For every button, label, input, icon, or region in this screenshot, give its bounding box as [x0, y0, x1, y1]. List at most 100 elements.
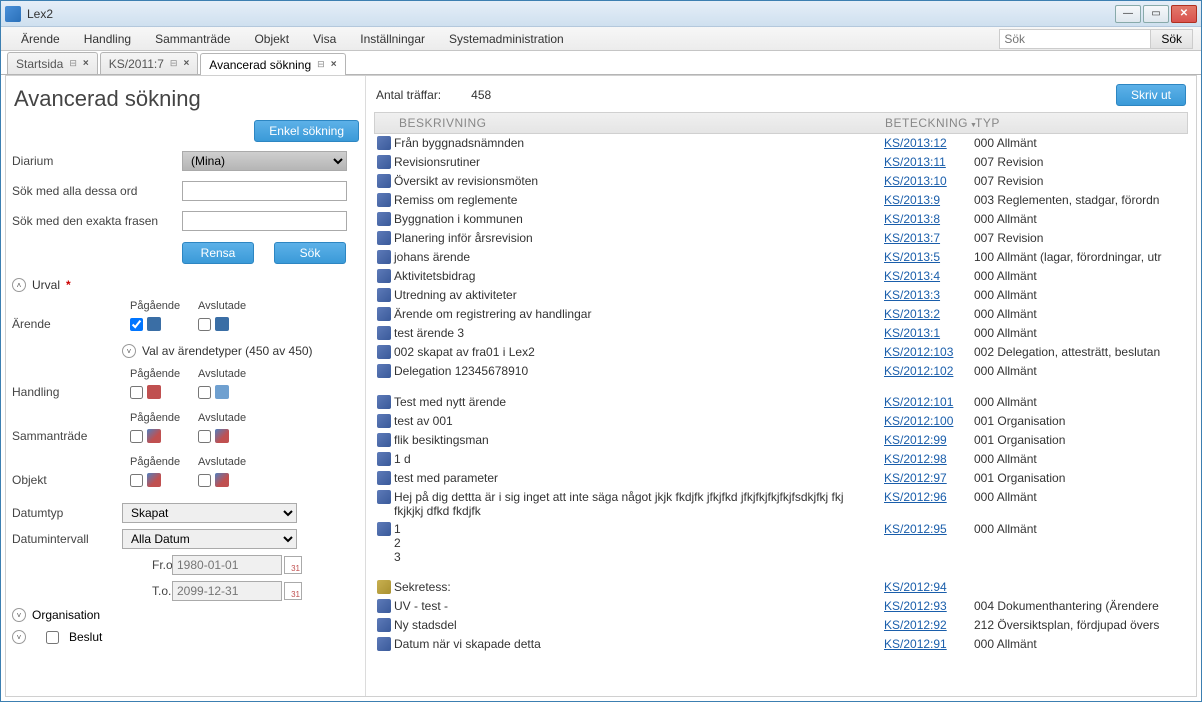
menu-systemadmin[interactable]: Systemadministration	[437, 28, 576, 50]
row-reference-link[interactable]: KS/2013:5	[884, 250, 940, 264]
clear-button[interactable]: Rensa	[182, 242, 254, 264]
table-row[interactable]: Delegation 12345678910KS/2012:102000 All…	[374, 362, 1188, 381]
handling-pagaende-checkbox[interactable]	[130, 386, 143, 399]
sammantrade-pagaende-checkbox[interactable]	[130, 430, 143, 443]
print-button[interactable]: Skriv ut	[1116, 84, 1186, 106]
datumtyp-select[interactable]: Skapat	[122, 503, 297, 523]
table-row[interactable]: Från byggnadsnämndenKS/2013:12000 Allmän…	[374, 134, 1188, 153]
section-organisation[interactable]: ˅ Organisation	[12, 604, 359, 626]
row-reference-link[interactable]: KS/2012:101	[884, 395, 953, 409]
row-reference-link[interactable]: KS/2012:100	[884, 414, 953, 428]
row-reference-link[interactable]: KS/2013:9	[884, 193, 940, 207]
maximize-button[interactable]: ▭	[1143, 5, 1169, 23]
close-button[interactable]: ✕	[1171, 5, 1197, 23]
col-ref[interactable]: Beteckning▼	[885, 116, 975, 130]
table-row[interactable]: Utredning av aktiviteterKS/2013:3000 All…	[374, 286, 1188, 305]
table-row[interactable]: Planering inför årsrevisionKS/2013:7007 …	[374, 229, 1188, 248]
row-reference-link[interactable]: KS/2012:96	[884, 490, 947, 504]
menu-arende[interactable]: Ärende	[9, 28, 72, 50]
table-row[interactable]: test med parameterKS/2012:97001 Organisa…	[374, 469, 1188, 488]
sammantrade-avslutade-checkbox[interactable]	[198, 430, 211, 443]
row-reference-link[interactable]: KS/2013:12	[884, 136, 947, 150]
table-row[interactable]: Test med nytt ärendeKS/2012:101000 Allmä…	[374, 393, 1188, 412]
row-reference-link[interactable]: KS/2013:3	[884, 288, 940, 302]
table-row[interactable]: Översikt av revisionsmötenKS/2013:10007 …	[374, 172, 1188, 191]
col-desc[interactable]: Beskrivning	[395, 116, 885, 130]
objekt-pagaende-checkbox[interactable]	[130, 474, 143, 487]
datumintervall-select[interactable]: Alla Datum	[122, 529, 297, 549]
row-reference-link[interactable]: KS/2013:11	[884, 155, 946, 169]
section-beslut[interactable]: ˅ Beslut	[12, 626, 359, 648]
chevron-down-icon[interactable]: ˅	[122, 344, 136, 358]
arende-avslutade-checkbox[interactable]	[198, 318, 211, 331]
handling-avslutade-checkbox[interactable]	[198, 386, 211, 399]
calendar-icon[interactable]	[284, 582, 302, 600]
tab-close-icon[interactable]: ×	[83, 58, 89, 69]
row-reference-link[interactable]: KS/2012:92	[884, 618, 947, 632]
chevron-up-icon[interactable]: ˄	[12, 278, 26, 292]
diarium-select[interactable]: (Mina)	[182, 151, 347, 171]
row-reference-link[interactable]: KS/2012:97	[884, 471, 947, 485]
menu-installningar[interactable]: Inställningar	[348, 28, 437, 50]
all-words-input[interactable]	[182, 181, 347, 201]
arende-pagaende-checkbox[interactable]	[130, 318, 143, 331]
menu-handling[interactable]: Handling	[72, 28, 143, 50]
exact-phrase-input[interactable]	[182, 211, 347, 231]
row-reference-link[interactable]: KS/2013:10	[884, 174, 947, 188]
table-row[interactable]: Byggnation i kommunenKS/2013:8000 Allmän…	[374, 210, 1188, 229]
table-row[interactable]: UV - test -KS/2012:93004 Dokumenthanteri…	[374, 597, 1188, 616]
row-reference-link[interactable]: KS/2013:7	[884, 231, 940, 245]
row-reference-link[interactable]: KS/2013:2	[884, 307, 940, 321]
tab-close-icon[interactable]: ×	[331, 59, 337, 70]
filter-scroll[interactable]: ˄ Urval * Pågående Avslutade Ärende ˅ Va…	[12, 274, 359, 696]
tab-close-icon[interactable]: ×	[183, 58, 189, 69]
table-row[interactable]: test ärende 3KS/2013:1000 Allmänt	[374, 324, 1188, 343]
row-reference-link[interactable]: KS/2013:4	[884, 269, 940, 283]
tab-ks2011-7[interactable]: KS/2011:7 ⊟ ×	[100, 52, 199, 74]
menu-sammantrade[interactable]: Sammanträde	[143, 28, 242, 50]
table-row[interactable]: flik besiktingsmanKS/2012:99001 Organisa…	[374, 431, 1188, 450]
row-reference-link[interactable]: KS/2012:99	[884, 433, 947, 447]
table-row[interactable]: Sekretess:KS/2012:94	[374, 578, 1188, 597]
table-row[interactable]: Ärende om registrering av handlingarKS/2…	[374, 305, 1188, 324]
row-reference-link[interactable]: KS/2013:1	[884, 326, 940, 340]
table-row[interactable]: Remiss om reglementeKS/2013:9003 Regleme…	[374, 191, 1188, 210]
col-type[interactable]: Typ	[975, 116, 1187, 130]
arendetyper-expander[interactable]: ˅ Val av ärendetyper (450 av 450)	[122, 344, 359, 358]
row-reference-link[interactable]: KS/2013:8	[884, 212, 940, 226]
menu-visa[interactable]: Visa	[301, 28, 348, 50]
beslut-checkbox[interactable]	[46, 631, 59, 644]
menu-objekt[interactable]: Objekt	[242, 28, 301, 50]
simple-search-button[interactable]: Enkel sökning	[254, 120, 359, 142]
row-reference-link[interactable]: KS/2012:94	[884, 580, 947, 594]
table-row[interactable]: AktivitetsbidragKS/2013:4000 Allmänt	[374, 267, 1188, 286]
table-row[interactable]: Datum när vi skapade dettaKS/2012:91000 …	[374, 635, 1188, 654]
row-reference-link[interactable]: KS/2012:98	[884, 452, 947, 466]
tab-avancerad-sokning[interactable]: Avancerad sökning ⊟ ×	[200, 53, 345, 75]
objekt-avslutade-checkbox[interactable]	[198, 474, 211, 487]
table-row[interactable]: 123KS/2012:95000 Allmänt	[374, 520, 1188, 566]
from-date-input[interactable]	[172, 555, 282, 575]
row-reference-link[interactable]: KS/2012:103	[884, 345, 953, 359]
global-search-input[interactable]	[1000, 30, 1150, 48]
table-row[interactable]: 1 dKS/2012:98000 Allmänt	[374, 450, 1188, 469]
pin-icon[interactable]: ⊟	[317, 59, 325, 70]
results-table[interactable]: Beskrivning Beteckning▼ Typ Från byggnad…	[374, 112, 1188, 690]
tab-startsida[interactable]: Startsida ⊟ ×	[7, 52, 98, 74]
row-reference-link[interactable]: KS/2012:91	[884, 637, 947, 651]
pin-icon[interactable]: ⊟	[170, 58, 178, 69]
table-row[interactable]: 002 skapat av fra01 i Lex2KS/2012:103002…	[374, 343, 1188, 362]
chevron-down-icon[interactable]: ˅	[12, 608, 26, 622]
section-urval[interactable]: ˄ Urval *	[12, 278, 359, 292]
row-reference-link[interactable]: KS/2012:102	[884, 364, 953, 378]
to-date-input[interactable]	[172, 581, 282, 601]
global-search-button[interactable]: Sök	[1150, 30, 1192, 48]
row-reference-link[interactable]: KS/2012:93	[884, 599, 947, 613]
table-row[interactable]: Hej på dig dettta är i sig inget att int…	[374, 488, 1188, 520]
calendar-icon[interactable]	[284, 556, 302, 574]
table-row[interactable]: RevisionsrutinerKS/2013:11007 Revision	[374, 153, 1188, 172]
table-row[interactable]: johans ärendeKS/2013:5100 Allmänt (lagar…	[374, 248, 1188, 267]
table-row[interactable]: Ny stadsdelKS/2012:92212 Översiktsplan, …	[374, 616, 1188, 635]
minimize-button[interactable]: —	[1115, 5, 1141, 23]
search-button[interactable]: Sök	[274, 242, 346, 264]
